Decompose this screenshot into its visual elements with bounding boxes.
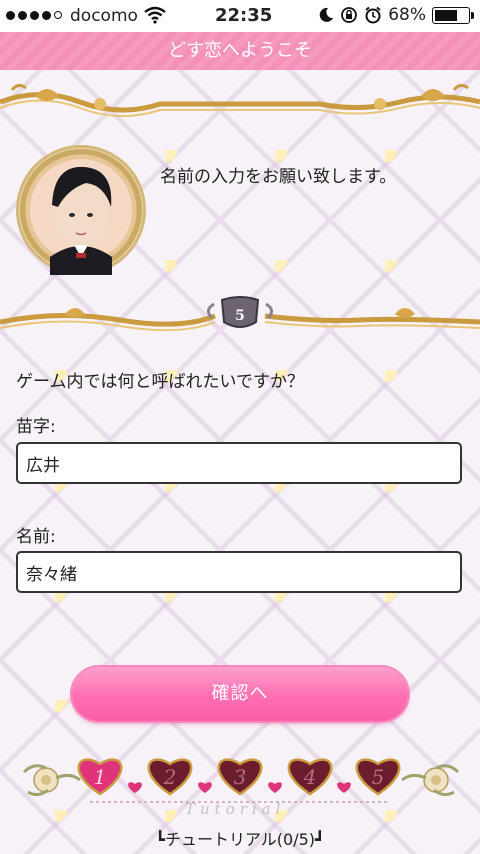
tutorial-step-number-4: 4: [303, 765, 317, 789]
name-input[interactable]: [16, 551, 462, 593]
small-heart-separator-icon: [128, 782, 142, 793]
svg-text:5: 5: [235, 308, 245, 324]
wifi-icon: [144, 6, 166, 24]
tutorial-word: Tutorial: [185, 800, 286, 818]
moon-icon: [319, 7, 334, 22]
crest-emblem-icon: 5: [207, 296, 273, 328]
character-portrait-icon: [50, 166, 112, 275]
small-heart-separator-icon: [337, 782, 351, 793]
gold-scroll-divider-top: [0, 83, 480, 117]
carrier-name: docomo: [70, 6, 138, 26]
tutorial-step-number-1: 1: [94, 765, 107, 789]
tutorial-progress-label: ┗チュートリアル(0/5)┛: [155, 830, 325, 849]
clock-time: 22:35: [215, 5, 273, 26]
page-title: どす恋へようこそ: [0, 32, 480, 70]
left-flower-ornament-icon: [22, 764, 81, 797]
small-heart-separator-icon: [268, 782, 282, 793]
intro-message: 名前の入力をお願い致します。: [160, 167, 397, 187]
signal-dots-icon: [6, 11, 62, 20]
surname-input[interactable]: [16, 442, 462, 484]
tutorial-step-number-2: 2: [163, 765, 177, 789]
name-question: ゲーム内では何と呼ばれたいですか？: [16, 372, 304, 392]
rotation-lock-icon: [341, 7, 358, 23]
battery-percent: 68%: [388, 5, 426, 25]
name-label: 名前:: [16, 527, 56, 547]
battery-icon: [432, 6, 474, 24]
gold-scroll-divider-bottom: 5: [0, 296, 480, 332]
status-bar: docomo 22:35 68%: [0, 0, 480, 32]
alarm-icon: [365, 6, 381, 24]
surname-label: 苗字:: [16, 417, 56, 437]
small-heart-separator-icon: [198, 782, 212, 793]
tutorial-step-number-3: 3: [234, 765, 247, 789]
tutorial-step-number-5: 5: [372, 765, 385, 789]
confirm-button[interactable]: 確認へ: [72, 667, 408, 721]
right-flower-ornament-icon: [401, 764, 460, 797]
avatar: [16, 145, 146, 275]
